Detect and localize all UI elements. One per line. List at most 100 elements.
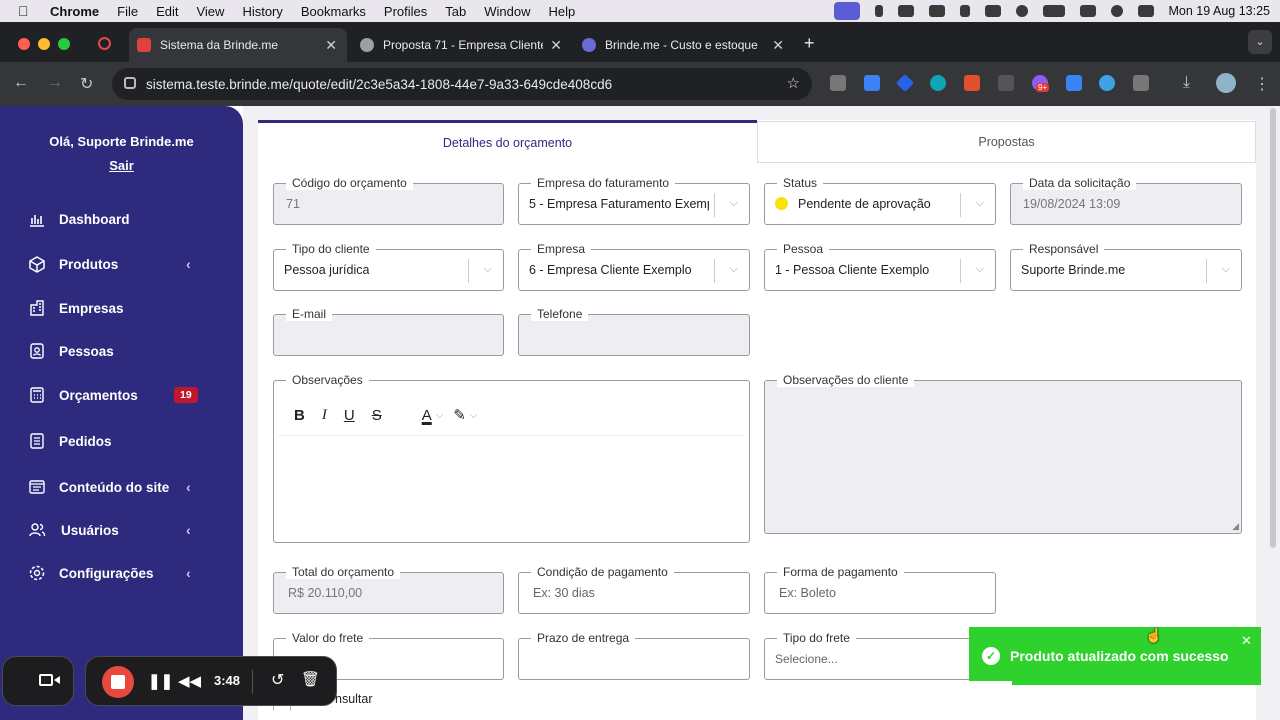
empresa-select[interactable]: Empresa 6 - Empresa Cliente Exemplo ⌵ — [518, 242, 750, 291]
tab-proposta[interactable]: Proposta 71 - Empresa Cliente ✕ — [352, 28, 572, 62]
chevron-down-icon[interactable]: ⌵ — [484, 263, 492, 276]
tab-propostas[interactable]: Propostas — [757, 121, 1256, 163]
strikethrough-icon[interactable]: S — [372, 407, 382, 424]
site-info-icon[interactable] — [124, 77, 136, 89]
recording-indicator-icon[interactable] — [98, 37, 111, 50]
highlighter-icon[interactable]: ✎ — [453, 406, 466, 424]
observacoes-editor[interactable]: Observações B I U S A ⌵ ✎ ⌵ — [273, 373, 750, 543]
chevron-down-icon[interactable]: ⌵ — [730, 197, 738, 210]
empresa-faturamento-select[interactable]: Empresa do faturamento 5 - Empresa Fatur… — [518, 176, 750, 225]
close-tab-icon[interactable]: ✕ — [772, 37, 784, 54]
logout-link[interactable]: Sair — [0, 158, 243, 173]
chevron-down-icon[interactable]: ⌵ — [730, 263, 738, 276]
sidebar-item-produtos[interactable]: Produtos ‹ — [0, 247, 243, 281]
chevron-down-icon[interactable]: ⌵ — [1222, 263, 1230, 276]
extension-orange-icon[interactable] — [964, 75, 980, 91]
address-bar[interactable]: sistema.teste.brinde.me/quote/edit/2c3e5… — [112, 68, 812, 100]
menu-profiles[interactable]: Profiles — [384, 4, 427, 19]
battery-icon[interactable] — [1042, 5, 1065, 17]
text-color-icon[interactable]: A — [422, 407, 432, 424]
extension-cloud-icon[interactable] — [1099, 75, 1115, 91]
condicao-pagamento-input[interactable]: Condição de pagamento Ex: 30 dias — [518, 565, 750, 614]
display-icon[interactable] — [984, 5, 1001, 17]
extensions-puzzle-icon[interactable] — [1133, 75, 1149, 91]
extension-devtools-icon[interactable] — [830, 75, 846, 91]
bookmark-star-icon[interactable]: ☆ — [787, 74, 800, 92]
wifi-icon[interactable] — [1079, 5, 1096, 17]
menubar-clock[interactable]: Mon 19 Aug 13:25 — [1169, 4, 1270, 18]
menu-view[interactable]: View — [196, 4, 224, 19]
status-select[interactable]: Status Pendente de aprovação ⌵ — [764, 176, 996, 225]
restart-icon[interactable]: ↺ — [271, 670, 284, 690]
forma-pagamento-input[interactable]: Forma de pagamento Ex: Boleto — [764, 565, 996, 614]
profile-avatar[interactable] — [1216, 73, 1236, 93]
page-scrollbar[interactable] — [1270, 108, 1276, 548]
sidebar-item-orcamentos[interactable]: Orçamentos 19 — [0, 378, 243, 412]
tab-sistema-brinde[interactable]: Sistema da Brinde.me ✕ — [129, 28, 347, 62]
tipo-frete-select[interactable]: Tipo do frete Selecione... — [764, 631, 996, 680]
tab-search-icon[interactable]: ⌄ — [1248, 30, 1272, 54]
sidebar-item-conteudo-site[interactable]: Conteúdo do site ‹ — [0, 470, 243, 504]
sidebar-item-usuarios[interactable]: Usuários ‹ — [0, 513, 243, 547]
pause-icon[interactable]: ❚❚ — [148, 672, 173, 690]
data-solicitacao-field[interactable]: Data da solicitação 19/08/2024 13:09 — [1010, 176, 1242, 225]
close-icon[interactable]: ✕ — [1241, 633, 1252, 649]
chevron-down-icon[interactable]: ⌵ — [976, 197, 984, 210]
menu-history[interactable]: History — [242, 4, 282, 19]
search-icon[interactable] — [1110, 5, 1123, 17]
tipo-cliente-select[interactable]: Tipo do cliente Pessoa jurídica ⌵ — [273, 242, 504, 291]
status-icon[interactable] — [897, 5, 914, 17]
italic-icon[interactable]: I — [322, 407, 327, 424]
prazo-entrega-input[interactable]: Prazo de entrega — [518, 631, 750, 680]
menu-window[interactable]: Window — [484, 4, 530, 19]
back-icon[interactable]: ← — [13, 74, 29, 92]
extension-screen-icon[interactable] — [1066, 75, 1082, 91]
menu-help[interactable]: Help — [549, 4, 576, 19]
bold-icon[interactable]: B — [294, 407, 305, 424]
microphone-icon[interactable] — [874, 5, 883, 17]
pen-icon[interactable] — [928, 5, 945, 17]
editor-content-area[interactable] — [278, 435, 745, 539]
chevron-down-icon[interactable]: ⌵ — [470, 410, 478, 421]
total-orcamento-field[interactable]: Total do orçamento R$ 20.110,00 — [273, 565, 504, 614]
delete-icon[interactable]: 🗑 — [301, 670, 320, 688]
menu-kebab-icon[interactable]: ⋮ — [1254, 74, 1270, 94]
success-toast[interactable]: ✓ Produto atualizado com sucesso ✕ — [969, 627, 1261, 685]
new-tab-icon[interactable]: + — [804, 33, 815, 54]
tab-custo-estoque[interactable]: Brinde.me - Custo e estoque ✕ — [574, 28, 794, 62]
menu-app-name[interactable]: Chrome — [50, 4, 99, 19]
responsavel-select[interactable]: Responsável Suporte Brinde.me ⌵ — [1010, 242, 1242, 291]
chevron-down-icon[interactable]: ⌵ — [976, 263, 984, 276]
observacoes-cliente-textarea[interactable]: Observações do cliente ◢ — [764, 373, 1242, 534]
chevron-down-icon[interactable]: ⌵ — [436, 410, 444, 421]
extension-blue-icon[interactable] — [864, 75, 880, 91]
sidebar-item-dashboard[interactable]: Dashboard — [0, 202, 243, 236]
sidebar-item-configuracoes[interactable]: Configurações ‹ — [0, 556, 243, 590]
close-tab-icon[interactable]: ✕ — [550, 37, 562, 54]
screen-share-icon[interactable] — [833, 2, 860, 20]
download-icon[interactable]: ⤓ — [1183, 74, 1190, 92]
email-field[interactable]: E-mail — [273, 307, 504, 356]
control-center-icon[interactable] — [1137, 5, 1154, 17]
recorder-camera-button[interactable] — [2, 656, 74, 706]
tab-detalhes-orcamento[interactable]: Detalhes do orçamento — [258, 120, 757, 162]
rewind-icon[interactable]: ◀◀ — [178, 672, 201, 690]
menu-edit[interactable]: Edit — [156, 4, 178, 19]
codigo-orcamento-field[interactable]: Código do orçamento 71 — [273, 176, 504, 225]
sidebar-item-empresas[interactable]: Empresas — [0, 291, 243, 325]
forward-icon[interactable]: → — [47, 74, 63, 92]
sidebar-item-pessoas[interactable]: Pessoas — [0, 334, 243, 368]
extension-bracket-icon[interactable] — [998, 75, 1014, 91]
window-zoom-icon[interactable] — [58, 38, 70, 50]
menu-tab[interactable]: Tab — [445, 4, 466, 19]
pessoa-select[interactable]: Pessoa 1 - Pessoa Cliente Exemplo ⌵ — [764, 242, 996, 291]
moon-icon[interactable] — [1015, 5, 1028, 17]
sidebar-item-pedidos[interactable]: Pedidos — [0, 424, 243, 458]
window-minimize-icon[interactable] — [38, 38, 50, 50]
resize-handle-icon[interactable]: ◢ — [1232, 521, 1239, 532]
reload-icon[interactable]: ↻ — [80, 74, 93, 94]
underline-icon[interactable]: U — [344, 407, 355, 424]
extension-react-icon[interactable] — [930, 75, 946, 91]
app-status-icon[interactable] — [959, 5, 970, 17]
window-close-icon[interactable] — [18, 38, 30, 50]
